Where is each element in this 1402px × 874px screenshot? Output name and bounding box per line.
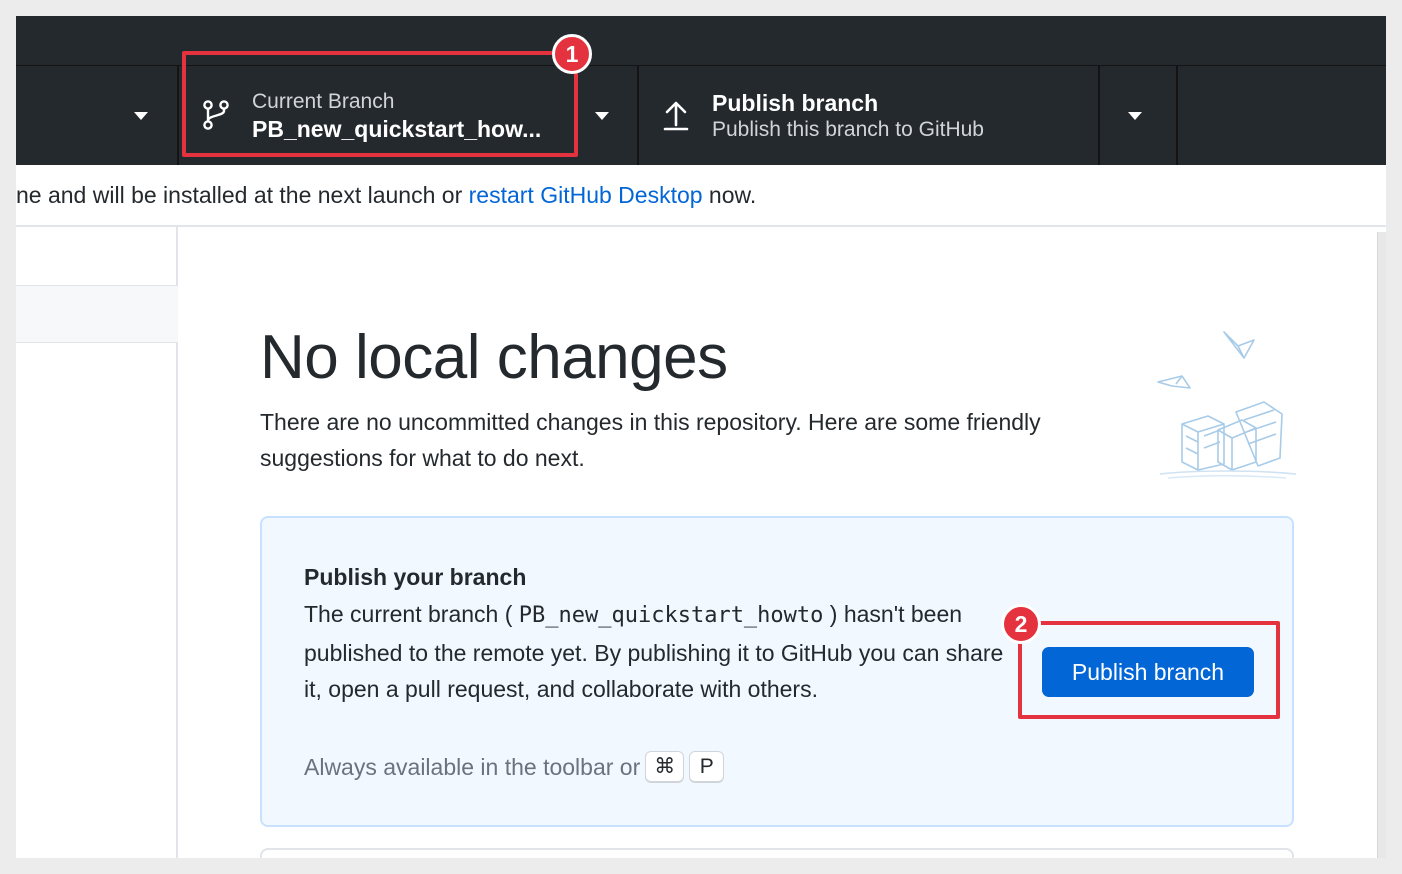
annotation-badge-1: 1 (552, 34, 592, 74)
page-title: No local changes (260, 323, 728, 392)
banner-text-end: now. (702, 182, 757, 208)
repository-dropdown-caret-icon[interactable] (134, 112, 148, 120)
page-description: There are no uncommitted changes in this… (260, 409, 1041, 471)
annotation-highlight-publish-button (1018, 621, 1280, 719)
toolbar-shortcut-hint: Always available in the toolbar or ⌘ P (304, 751, 725, 783)
publish-card-description: The current branch ( PB_new_quickstart_h… (304, 596, 1004, 708)
upload-arrow-icon (663, 101, 689, 131)
empty-state-illustration (1157, 331, 1297, 479)
publish-dropdown-caret-icon[interactable] (1128, 112, 1142, 120)
next-suggestion-card (260, 848, 1294, 858)
toolbar-divider (1098, 66, 1100, 166)
update-banner: ne and will be installed at the next lau… (16, 165, 1386, 227)
shortcut-hint-text: Always available in the toolbar or (304, 753, 641, 780)
publish-branch-subtitle: Publish this branch to GitHub (712, 118, 984, 141)
toolbar-divider (1176, 66, 1178, 166)
publish-card-title: Publish your branch (304, 564, 527, 590)
sidebar (16, 227, 178, 858)
update-banner-text: ne and will be installed at the next lau… (16, 182, 756, 209)
command-key-icon: ⌘ (645, 751, 685, 783)
vertical-scrollbar[interactable] (1377, 232, 1386, 858)
publish-branch-title: Publish branch (712, 90, 879, 116)
annotation-badge-2: 2 (1001, 604, 1041, 644)
publish-card-text-start: The current branch ( (304, 601, 519, 627)
publish-card-branch-name: PB_new_quickstart_howto (518, 603, 824, 628)
sidebar-list-item[interactable] (16, 285, 178, 343)
branch-dropdown-caret-icon[interactable] (595, 112, 609, 120)
p-key: P (689, 751, 725, 783)
banner-text-start: ne and will be installed at the next lau… (16, 182, 469, 208)
publish-branch-toolbar-button[interactable]: Publish branch Publish this branch to Gi… (639, 66, 1097, 166)
annotation-highlight-current-branch (182, 51, 578, 157)
restart-app-link[interactable]: restart GitHub Desktop (469, 182, 703, 208)
